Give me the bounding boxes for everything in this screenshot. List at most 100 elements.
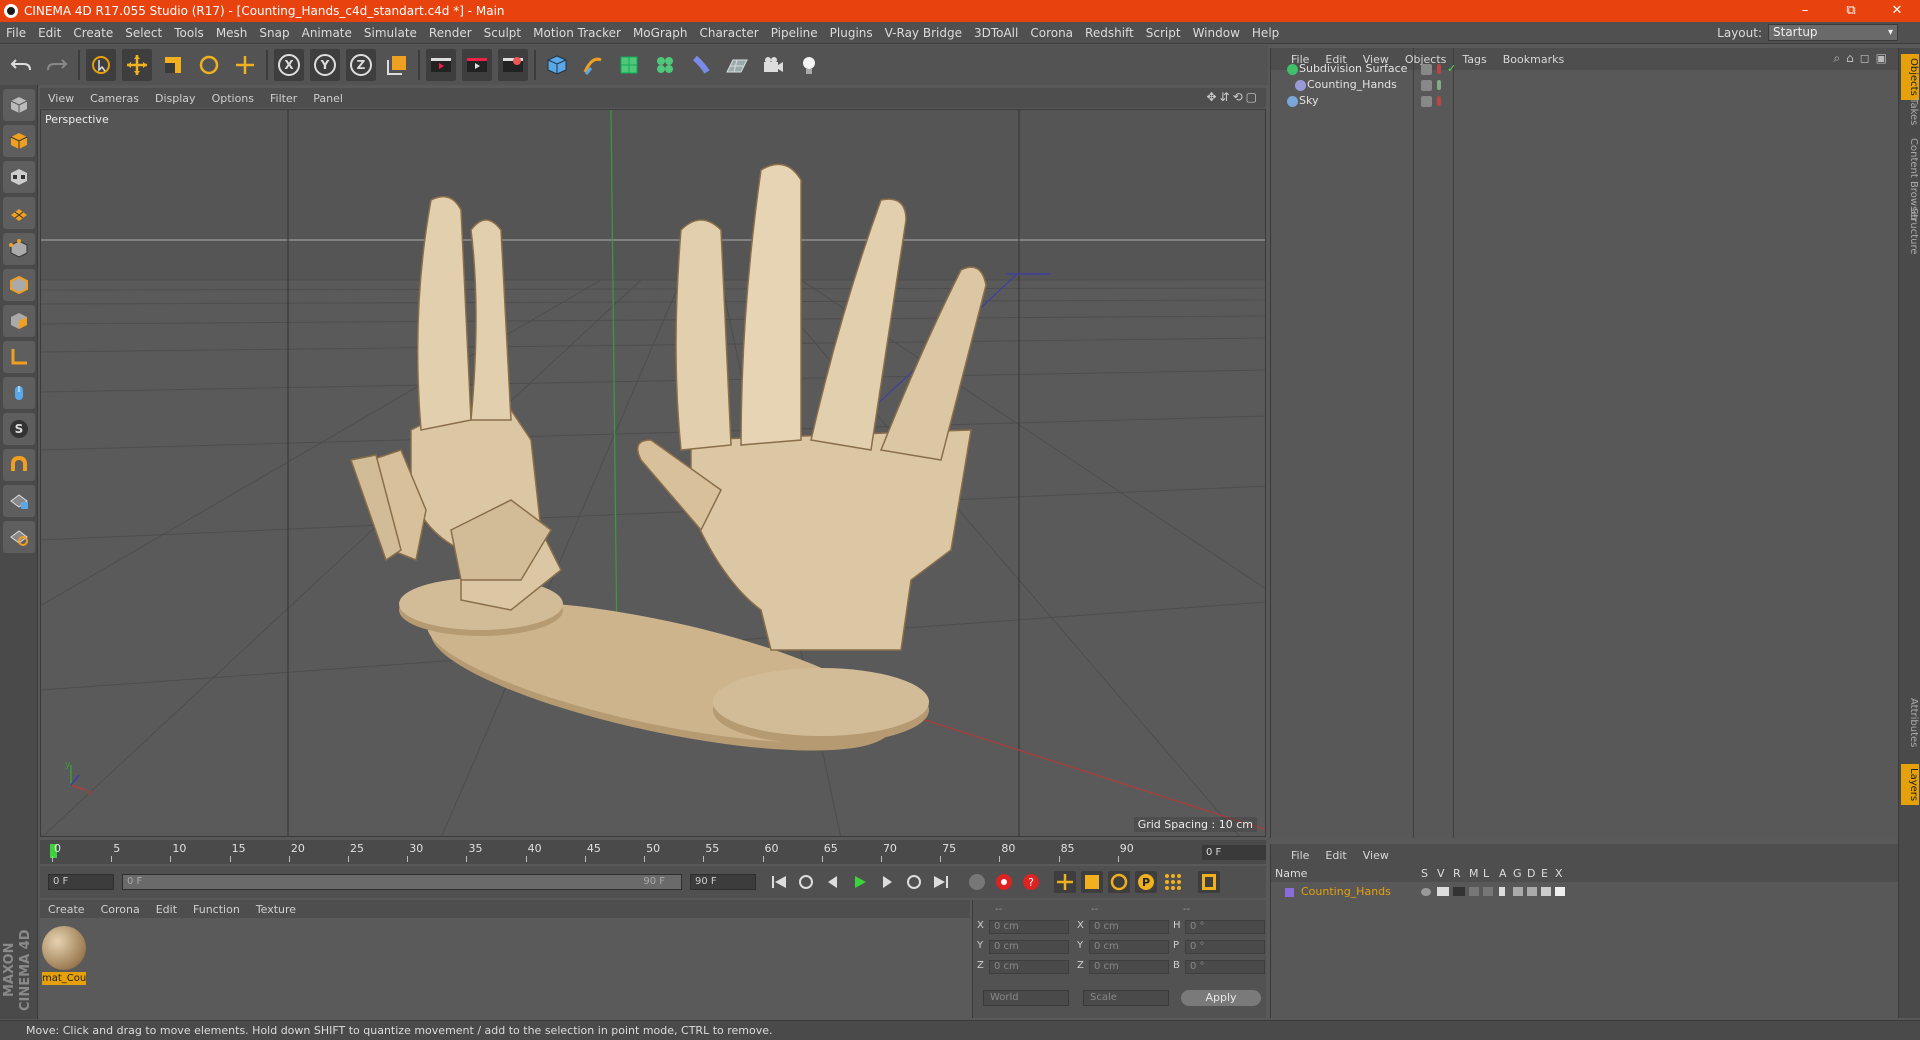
- make-editable-button[interactable]: [3, 89, 35, 121]
- record-active-objects-button[interactable]: [966, 871, 988, 893]
- previous-key-button[interactable]: [795, 871, 817, 893]
- tweak-mode-button[interactable]: [3, 377, 35, 409]
- cube-object-button[interactable]: [542, 49, 572, 81]
- pen-spline-button[interactable]: [578, 49, 608, 81]
- menu-window[interactable]: Window: [1187, 22, 1246, 44]
- menu-plugins[interactable]: Plugins: [824, 22, 879, 44]
- layer-menu-view[interactable]: View: [1355, 849, 1397, 862]
- material-menu-edit[interactable]: Edit: [148, 903, 185, 916]
- viewport-menu-filter[interactable]: Filter: [262, 92, 305, 105]
- planar-workplane-button[interactable]: [3, 521, 35, 553]
- subdivision-surface-button[interactable]: [614, 49, 644, 81]
- key-position-button[interactable]: [1054, 871, 1076, 893]
- deformer-button[interactable]: [686, 49, 716, 81]
- x-axis-lock-button[interactable]: X: [274, 49, 304, 81]
- minimize-button[interactable]: –: [1782, 0, 1828, 22]
- coordinate-a-field[interactable]: 0 cm: [989, 920, 1069, 934]
- coordinate-b-field[interactable]: 0 cm: [1089, 920, 1169, 934]
- move-tool-button[interactable]: [122, 49, 152, 81]
- frame-range-slider[interactable]: 0 F 90 F: [122, 874, 682, 890]
- coordinate-c-field[interactable]: 0 °: [1185, 960, 1265, 974]
- layer-manager-toggle[interactable]: [1469, 887, 1479, 896]
- menu-file[interactable]: File: [0, 22, 32, 44]
- start-frame-field[interactable]: 0 F: [48, 874, 114, 890]
- menu-corona[interactable]: Corona: [1024, 22, 1079, 44]
- restore-button[interactable]: ⧉: [1828, 0, 1874, 22]
- axis-mode-button[interactable]: [3, 341, 35, 373]
- layer-row[interactable]: Counting_Hands: [1271, 884, 1899, 900]
- material-menu-function[interactable]: Function: [185, 903, 248, 916]
- layer-menu-file[interactable]: File: [1283, 849, 1317, 862]
- y-axis-lock-button[interactable]: Y: [310, 49, 340, 81]
- material-preview-thumbnail[interactable]: [42, 926, 86, 970]
- render-to-picture-viewer-button[interactable]: [462, 49, 492, 81]
- object-visibility-icon[interactable]: [1421, 96, 1432, 107]
- menu-select[interactable]: Select: [119, 22, 168, 44]
- side-tab-attributes[interactable]: Attributes: [1901, 694, 1919, 751]
- layer-deformers-toggle[interactable]: [1527, 887, 1537, 896]
- snapping-button[interactable]: S: [3, 413, 35, 445]
- side-tab-objects[interactable]: Objects: [1901, 54, 1919, 100]
- menu-v-ray-bridge[interactable]: V-Ray Bridge: [879, 22, 968, 44]
- render-view-button[interactable]: [426, 49, 456, 81]
- key-rotation-button[interactable]: [1108, 871, 1130, 893]
- key-point-level-button[interactable]: [1162, 871, 1184, 893]
- keyframe-selection-button[interactable]: ?: [1020, 871, 1042, 893]
- perspective-viewport[interactable]: Perspective y x Grid Spacing : 10 cm: [40, 109, 1266, 837]
- go-to-start-button[interactable]: [768, 871, 790, 893]
- menu-3dtoall[interactable]: 3DToAll: [968, 22, 1024, 44]
- coordinate-system-button[interactable]: [382, 49, 412, 81]
- layer-xref-toggle[interactable]: [1555, 887, 1565, 896]
- menu-create[interactable]: Create: [67, 22, 119, 44]
- layer-visible-toggle[interactable]: [1437, 887, 1449, 896]
- timeline-ruler[interactable]: 0 F 0 5 10 15 20 25 30 35 40 45 50 55 60 65 70 75 80 85 90: [40, 840, 1266, 864]
- apply-button[interactable]: Apply: [1181, 990, 1261, 1006]
- coordinate-a-field[interactable]: 0 cm: [989, 940, 1069, 954]
- side-tab-takes[interactable]: Takes: [1901, 94, 1919, 129]
- menu-simulate[interactable]: Simulate: [358, 22, 423, 44]
- points-mode-button[interactable]: [3, 233, 35, 265]
- model-mode-button[interactable]: [3, 125, 35, 157]
- menu-animate[interactable]: Animate: [296, 22, 358, 44]
- undo-button[interactable]: [6, 49, 36, 81]
- object-render-dots-icon[interactable]: [1437, 64, 1441, 74]
- render-settings-button[interactable]: [498, 49, 528, 81]
- material-menu-corona[interactable]: Corona: [93, 903, 148, 916]
- texture-mode-button[interactable]: [3, 161, 35, 193]
- layer-menu-edit[interactable]: Edit: [1317, 849, 1354, 862]
- menu-render[interactable]: Render: [423, 22, 478, 44]
- polygons-mode-button[interactable]: [3, 305, 35, 337]
- layer-animation-toggle[interactable]: [1499, 887, 1505, 896]
- material-name-label[interactable]: mat_Cou: [42, 972, 86, 985]
- workplane-lock-button[interactable]: [3, 485, 35, 517]
- menu-character[interactable]: Character: [693, 22, 764, 44]
- menu-tools[interactable]: Tools: [168, 22, 210, 44]
- rotate-tool-button[interactable]: [194, 49, 224, 81]
- menu-help[interactable]: Help: [1246, 22, 1285, 44]
- object-name[interactable]: Sky: [1299, 92, 1318, 110]
- coordinate-scale-select[interactable]: Scale: [1083, 990, 1169, 1006]
- coordinate-mode-select[interactable]: World: [983, 990, 1069, 1006]
- current-frame-field[interactable]: 0 F: [1202, 845, 1266, 860]
- menu-pipeline[interactable]: Pipeline: [765, 22, 824, 44]
- viewport-menu-options[interactable]: Options: [204, 92, 262, 105]
- key-parameter-button[interactable]: P: [1135, 871, 1157, 893]
- coordinate-c-field[interactable]: 0 °: [1185, 920, 1265, 934]
- next-key-button[interactable]: [903, 871, 925, 893]
- cloner-button[interactable]: [650, 49, 680, 81]
- z-axis-lock-button[interactable]: Z: [346, 49, 376, 81]
- viewport-menu-view[interactable]: View: [40, 92, 82, 105]
- object-render-dots-icon[interactable]: [1437, 80, 1441, 90]
- material-menu-texture[interactable]: Texture: [248, 903, 304, 916]
- end-frame-field[interactable]: 90 F: [690, 874, 756, 890]
- coordinate-a-field[interactable]: 0 cm: [989, 960, 1069, 974]
- edges-mode-button[interactable]: [3, 269, 35, 301]
- key-scale-button[interactable]: [1081, 871, 1103, 893]
- close-button[interactable]: ✕: [1874, 0, 1920, 22]
- layer-expressions-toggle[interactable]: [1541, 887, 1551, 896]
- layer-render-toggle[interactable]: [1453, 887, 1465, 896]
- object-render-dots-icon[interactable]: [1437, 96, 1441, 106]
- side-tab-structure[interactable]: Structure: [1901, 204, 1919, 259]
- workplane-mode-button[interactable]: [3, 197, 35, 229]
- side-tab-layers[interactable]: Layers: [1901, 764, 1919, 806]
